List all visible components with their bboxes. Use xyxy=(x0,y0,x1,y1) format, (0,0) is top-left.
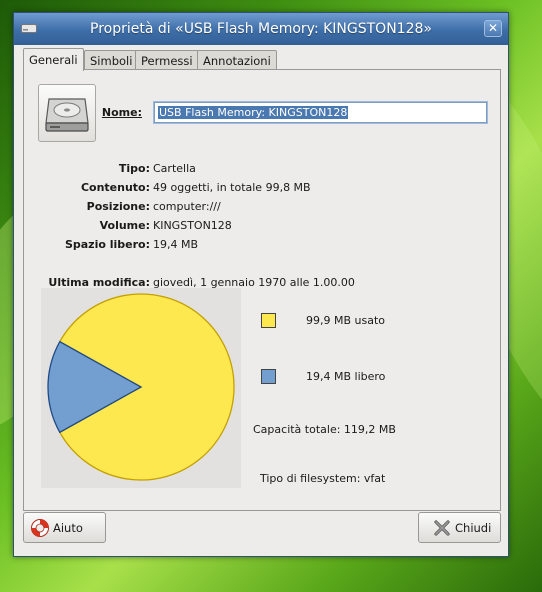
drive-harddisk-icon xyxy=(45,98,89,132)
lifebuoy-icon xyxy=(31,519,49,537)
window-title: Proprietà di «USB Flash Memory: KINGSTON… xyxy=(90,21,432,37)
contents-value: 49 oggetti, in totale 99,8 MB xyxy=(153,181,311,194)
name-label-text: Nome: xyxy=(101,106,142,119)
properties-window: Proprietà di «USB Flash Memory: KINGSTON… xyxy=(13,12,509,557)
close-x-icon xyxy=(434,520,450,536)
volume-label: Volume: xyxy=(99,219,150,232)
free-swatch xyxy=(261,369,276,384)
free-legend-label: 19,4 MB libero xyxy=(306,370,386,383)
type-value: Cartella xyxy=(153,162,196,175)
close-button-label: Chiudi xyxy=(455,521,492,535)
type-label: Tipo: xyxy=(118,162,150,175)
volume-value: KINGSTON128 xyxy=(153,219,232,232)
total-capacity: Capacità totale: 119,2 MB xyxy=(253,423,396,436)
name-label: Nome: xyxy=(88,106,142,119)
close-button[interactable]: Chiudi xyxy=(418,512,501,543)
help-button[interactable]: Aiuto xyxy=(23,512,106,543)
title-bar[interactable]: Proprietà di «USB Flash Memory: KINGSTON… xyxy=(14,13,508,45)
location-value: computer:/// xyxy=(153,200,221,213)
tab-permessi[interactable]: Permessi xyxy=(135,50,199,70)
tab-annotazioni[interactable]: Annotazioni xyxy=(197,50,277,70)
location-label: Posizione: xyxy=(86,200,150,213)
name-field[interactable]: USB Flash Memory: KINGSTON128 xyxy=(153,101,488,124)
help-button-label: Aiuto xyxy=(53,521,83,535)
filesystem-type: Tipo di filesystem: vfat xyxy=(260,472,386,485)
usage-pie-svg xyxy=(47,293,235,481)
window-close-button[interactable]: ✕ xyxy=(484,20,502,37)
tab-generali[interactable]: Generali xyxy=(23,48,84,71)
usage-pie-chart xyxy=(41,288,241,488)
name-field-value: USB Flash Memory: KINGSTON128 xyxy=(158,106,349,119)
used-legend-label: 99,9 MB usato xyxy=(306,314,386,327)
free-space-value: 19,4 MB xyxy=(153,238,199,251)
contents-label: Contenuto: xyxy=(80,181,150,194)
tab-simboli[interactable]: Simboli xyxy=(84,50,139,70)
general-panel: Nome: USB Flash Memory: KINGSTON128 Tipo… xyxy=(23,69,501,511)
used-swatch xyxy=(261,313,276,328)
free-space-label: Spazio libero: xyxy=(64,238,150,251)
